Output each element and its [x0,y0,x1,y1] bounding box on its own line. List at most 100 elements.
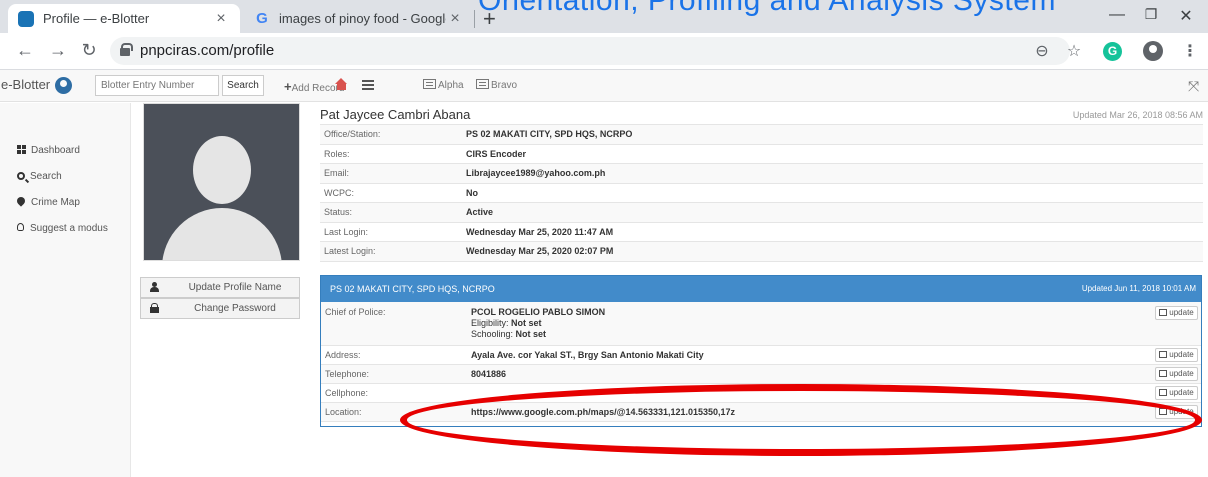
station-row-telephone: Telephone: 8041886 update [321,365,1201,384]
row-value: Active [450,202,1203,222]
blotter-entry-input[interactable] [95,75,219,96]
zoom-icon[interactable]: ⊖ [1032,41,1052,61]
row-key: WCPC: [320,182,450,203]
avatar [143,103,300,261]
minimize-icon[interactable]: — [1107,6,1127,24]
edit-icon [1159,370,1168,377]
row-key: Email: [320,163,450,183]
station-panel-header: PS 02 MAKATI CITY, SPD HQS, NCRPO Update… [321,276,1201,302]
table-row: Email: Librajaycee1989@yahoo.com.ph [320,163,1203,183]
change-password-button[interactable]: Change Password [140,298,300,319]
sidebar-item-crime-map[interactable]: Crime Map [15,195,80,208]
station-row-location: Location: https://www.google.com.ph/maps… [321,403,1201,422]
station-row-cellphone: Cellphone: update [321,384,1201,403]
address-bar-row: ← → ↻ pnpciras.com/profile ⊖ ☆ G ⋮ [0,33,1208,70]
plus-icon: + [284,79,292,94]
back-icon[interactable]: ← [14,40,36,61]
app-navbar: e-Blotter Search +Add Record Alpha Bravo… [0,70,1208,102]
chief-eligibility: Eligibility: Not set [471,318,542,328]
bravo-link[interactable]: Bravo [476,79,517,91]
chief-schooling: Schooling: Not set [471,329,547,339]
card-icon [423,79,436,89]
row-key: Location: [325,407,362,417]
search-button[interactable]: Search [222,75,264,96]
overlay-title-text: Orientation, Profiling and Analysis Syst… [478,0,1056,17]
row-key: Last Login: [320,221,450,242]
row-value: 8041886 [471,369,507,379]
sidebar: Dashboard Search Crime Map Suggest a mod… [0,103,131,477]
location-url[interactable]: https://www.google.com.ph/maps/@14.56333… [471,407,735,417]
card-icon [476,79,489,89]
grammarly-icon[interactable]: G [1103,42,1122,61]
close-icon[interactable]: × [212,10,230,28]
bravo-label: Bravo [491,80,518,91]
url-field[interactable]: pnpciras.com/profile [110,37,1070,65]
chief-name: PCOL ROGELIO PABLO SIMON [471,307,606,317]
list-icon[interactable] [362,80,374,90]
tab-title: images of pinoy food - Google S [279,11,446,26]
update-profile-name-label: Update Profile Name [188,282,282,293]
table-row: WCPC: No [320,182,1203,203]
row-value: Ayala Ave. cor Yakal ST., Brgy San Anton… [471,350,704,360]
row-value: PS 02 MAKATI CITY, SPD HQS, NCRPO [450,124,1203,144]
table-row: Status: Active [320,202,1203,222]
new-tab-icon[interactable]: + [483,6,496,32]
row-key: Address: [325,350,361,360]
sidebar-item-label: Suggest a modus [30,223,108,234]
update-telephone-button[interactable]: update [1155,367,1198,381]
sidebar-item-suggest-modus[interactable]: Suggest a modus [17,223,108,234]
station-title: PS 02 MAKATI CITY, SPD HQS, NCRPO [330,284,495,294]
reload-icon[interactable]: ↻ [78,40,100,61]
restore-icon[interactable]: ❐ [1141,6,1161,23]
search-icon [17,172,25,180]
alpha-link[interactable]: Alpha [423,79,464,91]
update-profile-name-button[interactable]: Update Profile Name [140,277,300,298]
menu-icon[interactable]: ⋮ [1180,41,1200,61]
edit-icon [1159,389,1168,396]
page-title: Pat Jaycee Cambri Abana [320,107,471,122]
station-row-chief: Chief of Police: PCOL ROGELIO PABLO SIMO… [321,302,1201,346]
table-row: Last Login: Wednesday Mar 25, 2020 11:47 … [320,221,1203,242]
forward-icon[interactable]: → [47,40,69,61]
update-chief-button[interactable]: update [1155,306,1198,320]
brand-title[interactable]: e-Blotter [1,77,50,92]
sidebar-item-dashboard[interactable]: Dashboard [17,145,80,156]
bookmark-star-icon[interactable]: ☆ [1064,41,1084,61]
station-updated-timestamp: Updated Jun 11, 2018 10:01 AM [1081,284,1196,293]
lightbulb-icon [17,223,24,231]
profile-details-table: Office/Station: PS 02 MAKATI CITY, SPD HQ… [320,124,1203,262]
update-cellphone-button[interactable]: update [1155,386,1198,400]
eblotter-favicon-icon [18,10,34,27]
row-key: Cellphone: [325,388,369,398]
close-icon[interactable]: × [446,10,464,28]
row-key: Office/Station: [320,124,450,144]
sidebar-item-search[interactable]: Search [17,171,62,182]
tab-profile[interactable]: Profile — e-Blotter × [8,4,240,33]
map-marker-icon [15,195,27,207]
profile-updated-timestamp: Updated Mar 26, 2018 08:56 AM [1072,110,1203,120]
sidebar-item-label: Search [30,171,62,182]
update-address-button[interactable]: update [1155,348,1198,362]
table-row: Latest Login: Wednesday Mar 25, 2020 02:0… [320,241,1203,262]
window-close-icon[interactable]: ✕ [1176,6,1196,26]
alpha-label: Alpha [438,80,464,91]
expand-icon[interactable]: ⤧ [1188,78,1199,95]
url-text: pnpciras.com/profile [140,42,275,59]
user-circle-icon[interactable] [55,77,72,94]
table-row: Office/Station: PS 02 MAKATI CITY, SPD HQ… [320,124,1203,144]
profile-icon[interactable] [1143,41,1163,61]
table-row: Roles: CIRS Encoder [320,143,1203,164]
tab-google-images[interactable]: G images of pinoy food - Google S × [244,4,474,33]
update-location-button[interactable]: update [1155,405,1198,419]
sidebar-item-label: Dashboard [31,145,80,156]
row-value: No [450,182,1203,203]
browser-tabstrip: Orientation, Profiling and Analysis Syst… [0,0,1208,33]
row-value: Wednesday Mar 25, 2020 11:47 AM [450,221,1203,242]
edit-icon [1159,309,1168,316]
row-value: CIRS Encoder [450,143,1203,164]
home-icon[interactable] [335,78,348,91]
row-key: Latest Login: [320,241,450,262]
lock-icon [150,303,159,313]
edit-icon [1159,351,1168,358]
lock-icon [120,43,133,56]
